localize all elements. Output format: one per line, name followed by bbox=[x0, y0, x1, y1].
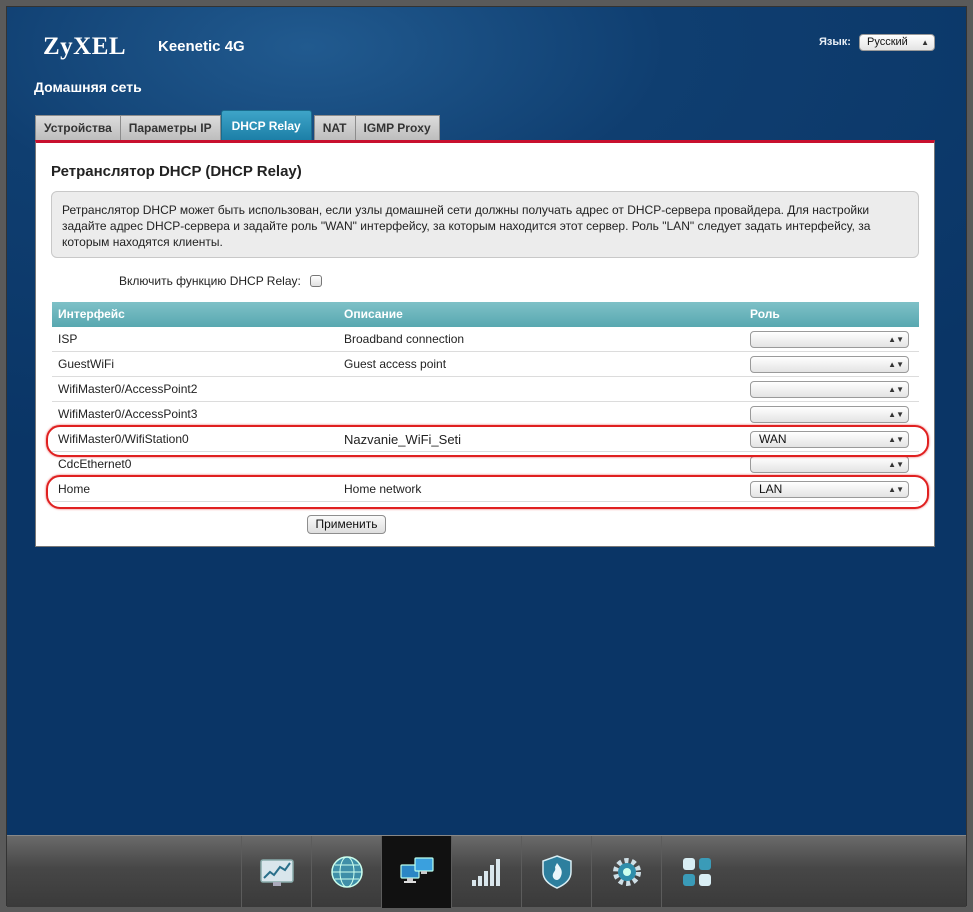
gear-icon bbox=[612, 858, 641, 886]
select-arrows-icon: ▲▼ bbox=[888, 460, 904, 469]
select-arrows-icon: ▲▼ bbox=[888, 385, 904, 394]
signal-bars-icon bbox=[471, 859, 500, 886]
language-value: Русский bbox=[867, 36, 908, 48]
select-arrows-icon: ▲▼ bbox=[888, 410, 904, 419]
annotation-lan-row bbox=[46, 475, 929, 509]
header: ZyXEL Keenetic 4G Язык: Русский ▲ Домашн… bbox=[7, 7, 966, 117]
table-header: Интерфейс Описание Роль bbox=[52, 302, 919, 327]
language-select[interactable]: Русский ▲ bbox=[859, 34, 935, 51]
row-interface: ISP bbox=[58, 332, 78, 346]
enable-row: Включить функцию DHCP Relay: bbox=[119, 274, 323, 288]
header-interface: Интерфейс bbox=[58, 307, 125, 321]
info-box: Ретранслятор DHCP может быть использован… bbox=[51, 191, 919, 258]
role-select[interactable]: ▲▼ bbox=[750, 381, 909, 398]
router-window: ZyXEL Keenetic 4G Язык: Русский ▲ Домашн… bbox=[6, 6, 967, 908]
tab-bar: Устройства Параметры IP DHCP Relay NAT I… bbox=[35, 110, 440, 140]
annotation-wan-row bbox=[46, 425, 929, 457]
row-interface: WifiMaster0/AccessPoint2 bbox=[58, 382, 198, 396]
role-select[interactable]: ▲▼ bbox=[750, 406, 909, 423]
enable-label: Включить функцию DHCP Relay: bbox=[119, 274, 301, 288]
monitor-chart-icon bbox=[259, 859, 294, 886]
network-computers-icon bbox=[399, 857, 434, 883]
dock-home-network[interactable] bbox=[381, 836, 451, 908]
tab-igmp-proxy[interactable]: IGMP Proxy bbox=[354, 115, 440, 140]
dock-wifi[interactable] bbox=[451, 836, 521, 908]
select-arrows-icon: ▲▼ bbox=[888, 335, 904, 344]
role-select[interactable]: ▲▼ bbox=[750, 356, 909, 373]
table-row: WifiMaster0/AccessPoint3 ▲▼ bbox=[52, 402, 919, 427]
row-interface: GuestWiFi bbox=[58, 357, 115, 371]
table-row: ISP Broadband connection ▲▼ bbox=[52, 327, 919, 352]
bottom-dock bbox=[7, 835, 966, 908]
apply-button[interactable]: Применить bbox=[307, 515, 386, 534]
dock-items bbox=[241, 836, 731, 908]
apps-grid-icon bbox=[682, 858, 711, 886]
globe-icon bbox=[330, 856, 363, 888]
page-title: Домашняя сеть bbox=[34, 79, 142, 95]
header-role: Роль bbox=[750, 307, 780, 321]
table-row: WifiMaster0/AccessPoint2 ▲▼ bbox=[52, 377, 919, 402]
table-row: GuestWiFi Guest access point ▲▼ bbox=[52, 352, 919, 377]
tab-ip-params[interactable]: Параметры IP bbox=[119, 115, 221, 140]
interfaces-table: Интерфейс Описание Роль ISP Broadband co… bbox=[52, 302, 919, 502]
language-label: Язык: bbox=[819, 36, 851, 48]
enable-dhcp-relay-checkbox[interactable] bbox=[310, 275, 323, 287]
tab-dhcp-relay[interactable]: DHCP Relay bbox=[220, 110, 312, 140]
dock-security[interactable] bbox=[521, 836, 591, 908]
zyxel-logo: ZyXEL bbox=[43, 33, 127, 60]
role-select[interactable]: ▲▼ bbox=[750, 456, 909, 473]
tab-devices[interactable]: Устройства bbox=[35, 115, 121, 140]
dock-monitor[interactable] bbox=[241, 836, 311, 908]
model-name: Keenetic 4G bbox=[158, 38, 245, 55]
dhcp-relay-panel: Ретранслятор DHCP (DHCP Relay) Ретрансля… bbox=[35, 140, 935, 547]
panel-title: Ретранслятор DHCP (DHCP Relay) bbox=[51, 163, 302, 180]
dock-internet[interactable] bbox=[311, 836, 381, 908]
role-select[interactable]: ▲▼ bbox=[750, 331, 909, 348]
dock-system[interactable] bbox=[591, 836, 661, 908]
tab-nat[interactable]: NAT bbox=[313, 115, 356, 140]
header-description: Описание bbox=[344, 307, 403, 321]
dock-apps[interactable] bbox=[661, 836, 731, 908]
row-description: Guest access point bbox=[344, 357, 447, 371]
shield-flame-icon bbox=[541, 855, 572, 889]
select-arrows-icon: ▲▼ bbox=[888, 360, 904, 369]
select-arrows-icon: ▲ bbox=[921, 38, 929, 47]
row-interface: WifiMaster0/AccessPoint3 bbox=[58, 407, 198, 421]
row-description: Broadband connection bbox=[344, 332, 465, 346]
